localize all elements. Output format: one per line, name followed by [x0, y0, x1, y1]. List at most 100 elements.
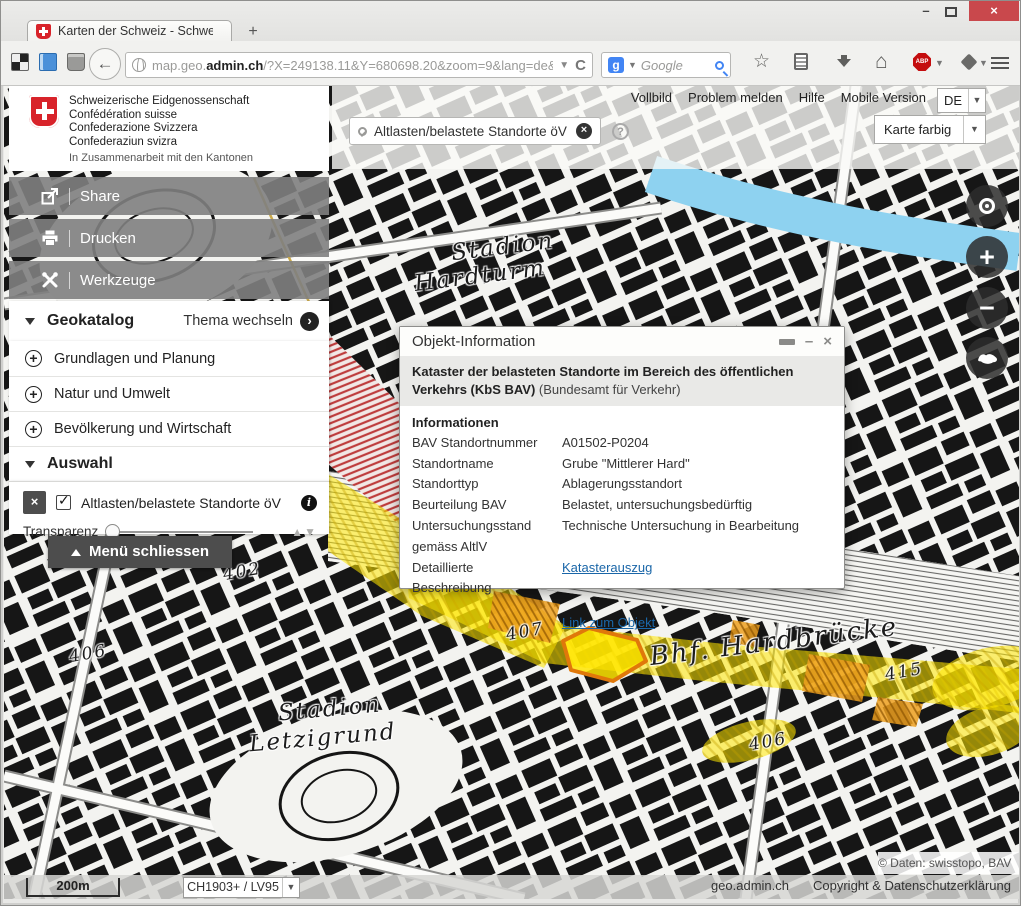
url-dropdown-icon[interactable]: ▼	[559, 60, 569, 71]
object-link[interactable]: Link zum Objekt	[562, 615, 655, 630]
home-icon[interactable]: ⌂	[875, 53, 888, 71]
auswahl-collapse-icon[interactable]	[25, 461, 35, 468]
nav-link-hilfe[interactable]: Hilfe	[799, 90, 825, 108]
geokatalog-title[interactable]: Geokatalog	[47, 312, 183, 330]
window-close-button[interactable]: ×	[969, 1, 1019, 21]
layer-info-icon[interactable]: i	[301, 495, 317, 511]
bookmarks-toolbar-icon[interactable]	[11, 53, 29, 71]
close-menu-button[interactable]: Menü schliessen	[48, 536, 232, 568]
geolocate-button[interactable]	[966, 185, 1008, 227]
popup-titlebar[interactable]: Objekt-Information – ×	[400, 327, 844, 356]
url-text: map.geo.admin.ch/?X=249138.11&Y=680698.2…	[152, 58, 553, 73]
window-minimize-button[interactable]: –	[913, 3, 939, 21]
search-engine-box[interactable]: g ▼ Google	[601, 52, 731, 78]
projection-caret-icon: ▼	[282, 878, 299, 897]
map-style-select[interactable]: Karte farbig ▼	[874, 115, 986, 144]
search-help-icon[interactable]: ?	[612, 123, 629, 140]
info-row-object-link: Link zum Objekt	[412, 613, 832, 634]
info-row-detail: Detaillierte Beschreibung Katasterauszug	[412, 558, 832, 600]
zoom-out-button[interactable]: −	[966, 287, 1008, 329]
logo-block: Schweizerische Eidgenossenschaft Confédé…	[9, 86, 329, 171]
tab-favicon-swiss-flag	[36, 24, 51, 39]
url-bar[interactable]: map.geo.admin.ch/?X=249138.11&Y=680698.2…	[125, 52, 593, 78]
category-grundlagen[interactable]: + Grundlagen und Planung	[9, 341, 329, 376]
google-icon[interactable]: g	[608, 57, 624, 73]
adblock-icon[interactable]: ABP	[913, 53, 931, 71]
map-search-field[interactable]: Altlasten/belastete Standorte öV ×	[349, 117, 601, 145]
popup-print-icon[interactable]	[779, 335, 795, 348]
layer-label[interactable]: Altlasten/belastete Standorte öV	[81, 495, 291, 511]
expand-plus-icon[interactable]: +	[25, 350, 42, 367]
theme-switch-label[interactable]: Thema wechseln	[183, 313, 293, 329]
default-extent-button[interactable]	[966, 337, 1008, 379]
tab-title: Karten der Schweiz - Schweize...	[58, 24, 213, 38]
projection-select[interactable]: CH1903+ / LV95 ▼	[183, 877, 300, 898]
menu-hamburger-icon[interactable]	[991, 57, 1009, 59]
footer-site-link[interactable]: geo.admin.ch	[711, 878, 789, 893]
sidebar-item-tools[interactable]: Werkzeuge	[9, 261, 329, 299]
category-natur[interactable]: + Natur und Umwelt	[9, 376, 329, 411]
geokatalog-categories-panel: + Grundlagen und Planung + Natur und Umw…	[9, 341, 329, 481]
language-select[interactable]: DE ▼	[937, 88, 986, 113]
theme-switch-arrow-icon[interactable]: ›	[300, 312, 319, 331]
search-magnifier-icon[interactable]	[715, 61, 724, 70]
history-clipboard-icon[interactable]	[794, 53, 808, 70]
popup-minimize-icon[interactable]: –	[805, 333, 813, 350]
geokatalog-header-panel: Geokatalog Thema wechseln ›	[9, 301, 329, 341]
info-row: StandorttypAblagerungsstandort	[412, 474, 832, 495]
logo-text: Schweizerische Eidgenossenschaft Confédé…	[69, 95, 249, 149]
top-nav-links: Vollbild Problem melden Hilfe Mobile Ver…	[581, 90, 926, 108]
bookmark-star-icon[interactable]: ☆	[753, 53, 770, 71]
category-bevoelkerung[interactable]: + Bevölkerung und Wirtschaft	[9, 411, 329, 446]
nav-link-problem-melden[interactable]: Problem melden	[688, 90, 783, 108]
pocket-toolbar-icon[interactable]	[67, 53, 85, 71]
footer-links: geo.admin.ch Copyright & Datenschutzerkl…	[601, 878, 1011, 893]
nav-link-mobile-version[interactable]: Mobile Version	[841, 90, 926, 108]
map-style-caret-icon: ▼	[963, 116, 985, 143]
adblock-dropdown-icon[interactable]: ▼	[935, 58, 944, 68]
site-globe-icon	[132, 58, 146, 72]
swiss-coat-of-arms	[29, 95, 59, 128]
panel-toolbar-icon[interactable]	[39, 53, 57, 71]
remove-layer-button[interactable]: ×	[23, 491, 46, 514]
reload-icon[interactable]: C	[575, 57, 586, 74]
new-tab-button[interactable]: +	[241, 23, 265, 41]
back-button[interactable]: ←	[89, 48, 121, 80]
search-engine-placeholder[interactable]: Google	[641, 58, 711, 73]
share-icon	[41, 187, 59, 205]
map-attribution[interactable]: © Daten: swisstopo, BAV	[878, 852, 1019, 874]
browser-tab[interactable]: Karten der Schweiz - Schweize...	[27, 20, 232, 41]
auswahl-header[interactable]: Auswahl	[9, 446, 329, 481]
active-layer-panel: × Altlasten/belastete Standorte öV i Tra…	[9, 481, 329, 534]
sidebar-item-share[interactable]: Share	[9, 177, 329, 215]
zoom-in-button[interactable]: +	[966, 236, 1008, 278]
window-maximize-button[interactable]	[945, 7, 957, 17]
nav-link-vollbild[interactable]: Vollbild	[631, 90, 672, 108]
search-value[interactable]: Altlasten/belastete Standorte öV	[374, 124, 569, 139]
info-row: Untersuchungsstand gemäss AltlVTechnisch…	[412, 516, 832, 558]
info-row: StandortnameGrube "Mittlerer Hard"	[412, 454, 832, 475]
layer-visibility-checkbox[interactable]	[56, 495, 71, 510]
collapse-up-icon	[71, 549, 81, 556]
expand-plus-icon[interactable]: +	[25, 421, 42, 438]
info-row: BAV StandortnummerA01502-P0204	[412, 433, 832, 454]
language-caret-icon: ▼	[968, 89, 985, 112]
object-info-popup: Objekt-Information – × Kataster der bela…	[399, 326, 845, 589]
sidebar-item-print[interactable]: Drucken	[9, 219, 329, 257]
geokatalog-collapse-icon[interactable]	[25, 318, 35, 325]
downloads-icon[interactable]	[837, 55, 851, 69]
layer-reorder-icons[interactable]: ▲▼	[291, 525, 317, 539]
geolocate-icon	[979, 198, 995, 214]
footer-copyright-link[interactable]: Copyright & Datenschutzerklärung	[813, 878, 1011, 893]
engine-dropdown-icon[interactable]: ▼	[628, 60, 637, 70]
search-clear-icon[interactable]: ×	[576, 123, 592, 139]
popup-close-icon[interactable]: ×	[823, 333, 832, 350]
expand-plus-icon[interactable]: +	[25, 386, 42, 403]
logo-subline: In Zusammenarbeit mit den Kantonen	[69, 152, 253, 164]
popup-layer-header: Kataster der belasteten Standorte im Ber…	[400, 356, 844, 406]
popup-section-title: Informationen	[412, 415, 832, 430]
kataster-link[interactable]: Katasterauszug	[562, 560, 652, 575]
switzerland-outline-icon	[975, 350, 999, 366]
info-row: Beurteilung BAVBelastet, untersuchungsbe…	[412, 495, 832, 516]
toolbar-overflow-icon[interactable]: ▼	[979, 58, 988, 68]
